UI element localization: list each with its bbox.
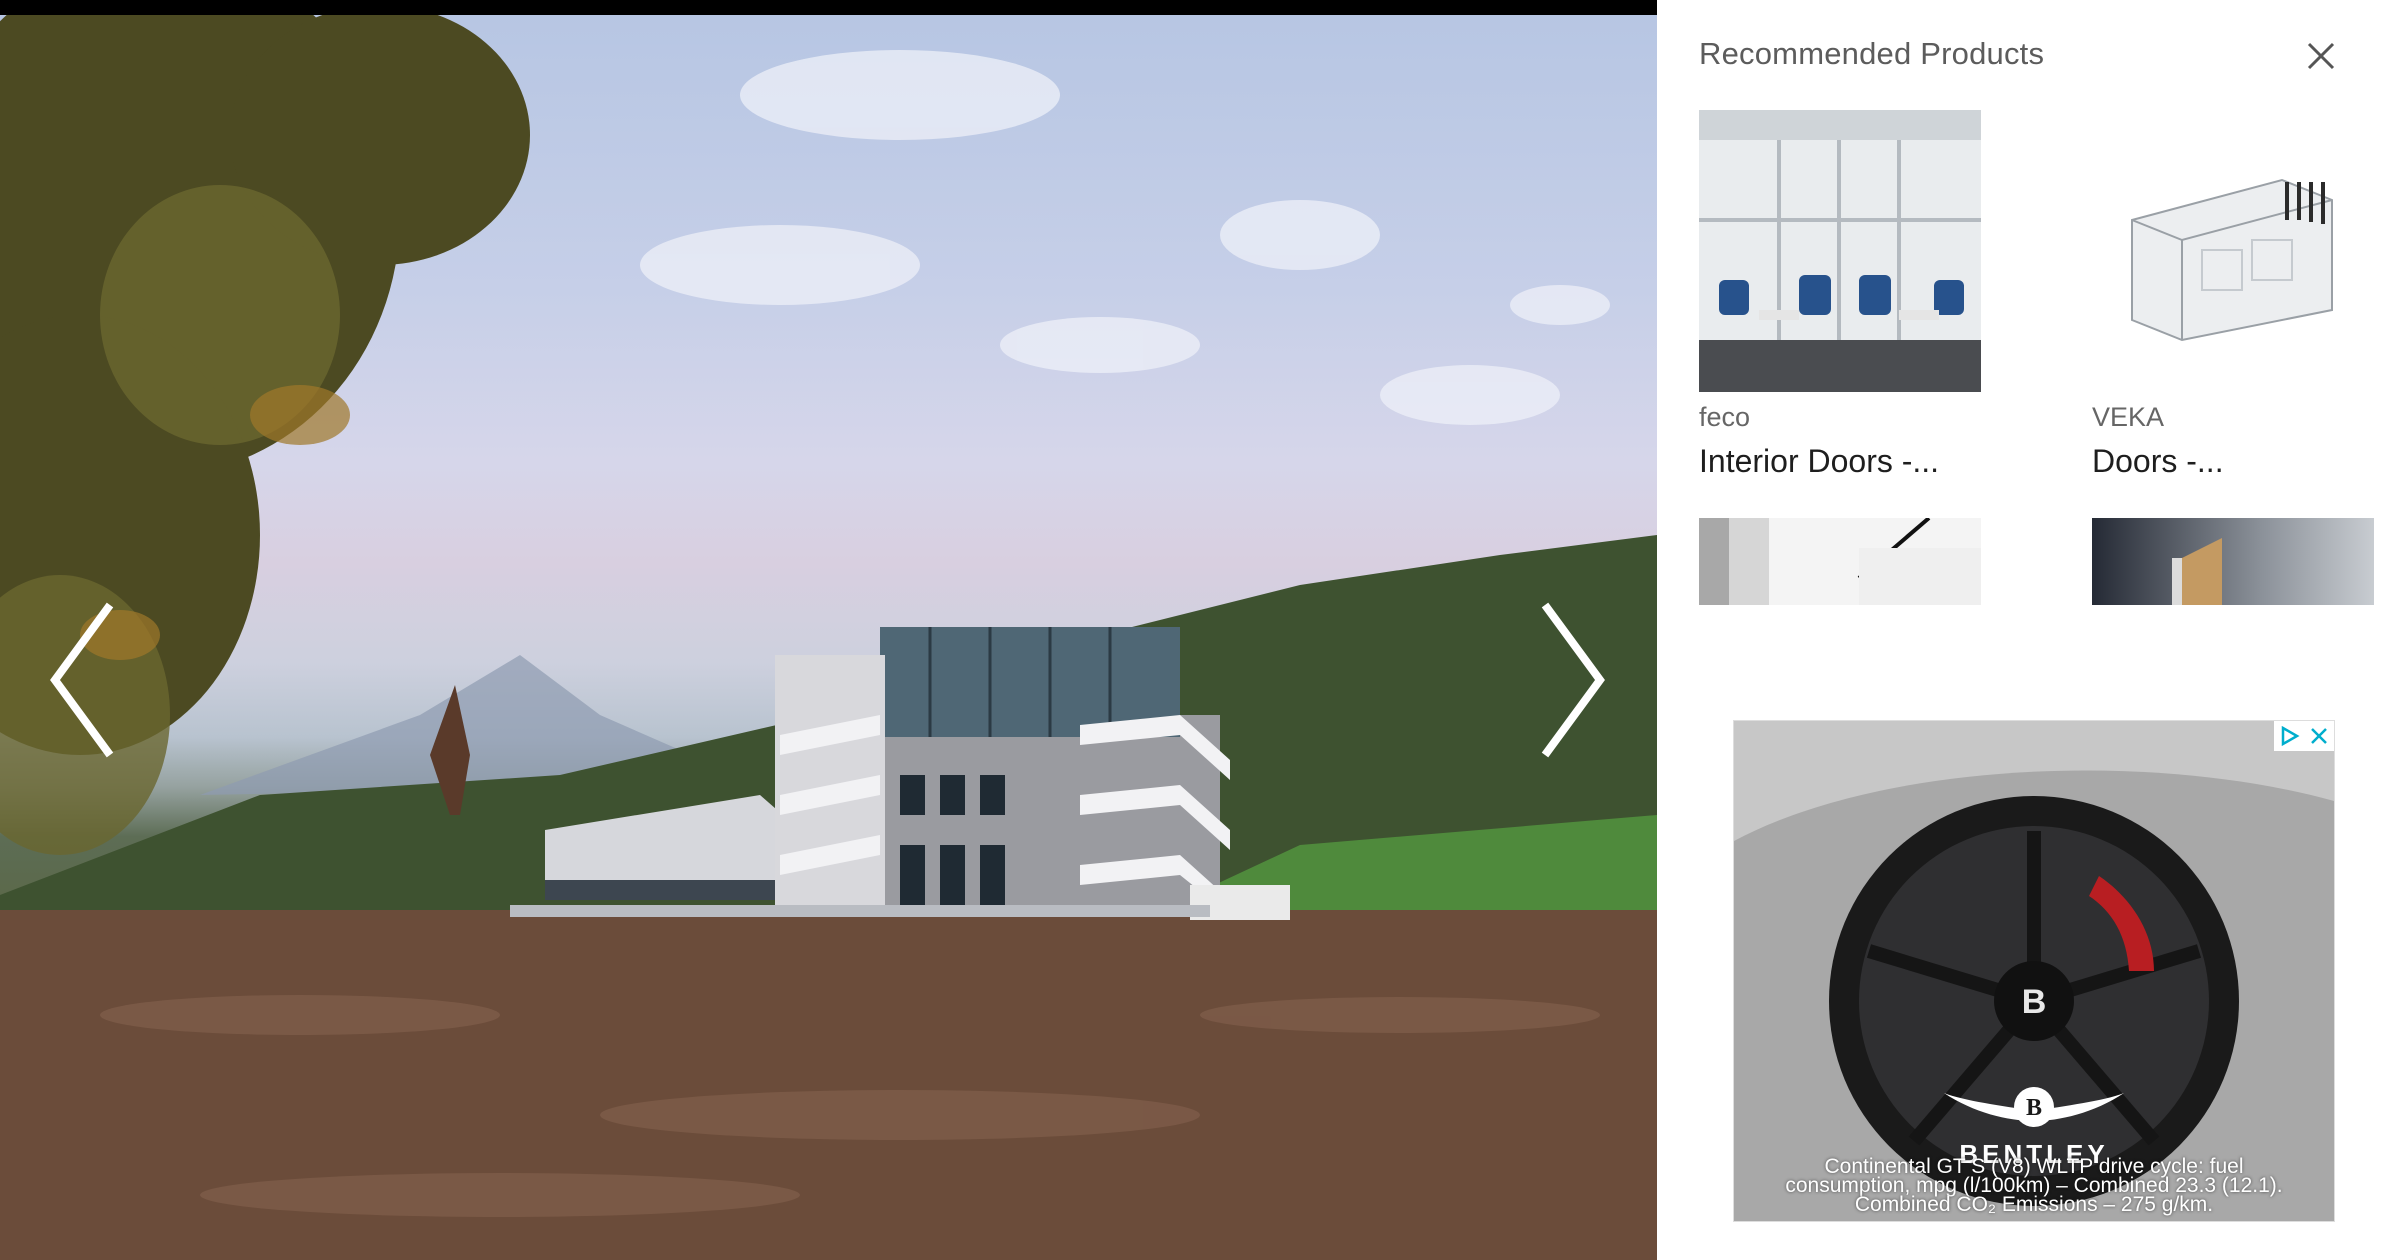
close-panel-button[interactable]: [2303, 38, 2339, 74]
recommended-products-panel: Recommended Products feco Interior Doors…: [1657, 0, 2400, 1260]
ad-disclaimer: Continental GT S (V8) WLTP drive cycle: …: [1734, 1156, 2334, 1216]
advertisement[interactable]: B B BENTLEY Continental GT S (V8) WLTP d…: [1733, 720, 2335, 1222]
product-image[interactable]: [1699, 518, 1981, 605]
product-card[interactable]: feco Interior Doors -...: [1699, 110, 1981, 480]
window-frame-photo: [2092, 518, 2374, 605]
product-image[interactable]: [1699, 110, 1981, 392]
products-list: feco Interior Doors -... VEKA Doors -...: [1699, 110, 2379, 605]
adchoices-button[interactable]: [2274, 721, 2304, 751]
product-card[interactable]: [1699, 518, 1981, 605]
svg-text:B: B: [2022, 983, 2047, 1021]
product-card[interactable]: [2092, 518, 2374, 605]
product-card[interactable]: VEKA Doors -...: [2092, 110, 2374, 480]
hallway-photo: [1699, 518, 1981, 605]
architecture-photo-illustration: [0, 15, 1657, 1260]
gallery-photo[interactable]: [0, 15, 1657, 1260]
product-image[interactable]: [2092, 110, 2374, 392]
product-name[interactable]: Interior Doors -...: [1699, 443, 1981, 480]
previous-image-button[interactable]: [45, 600, 125, 760]
ad-controls: [2274, 721, 2334, 751]
panel-title: Recommended Products: [1699, 36, 2045, 71]
svg-text:B: B: [2026, 1095, 2042, 1121]
product-image[interactable]: [2092, 518, 2374, 605]
interior-office-photo: [1699, 110, 1981, 392]
ad-close-icon: [2311, 728, 2327, 744]
close-icon: [2307, 42, 2335, 70]
chevron-left-icon: [50, 602, 114, 758]
product-brand: feco: [1699, 402, 1751, 432]
ad-close-button[interactable]: [2304, 721, 2334, 751]
image-gallery: [0, 0, 1657, 1260]
adchoices-icon: [2281, 725, 2300, 747]
product-brand: VEKA: [2092, 402, 2165, 432]
window-profile-photo: [2092, 110, 2374, 392]
chevron-right-icon: [1541, 602, 1605, 758]
product-name[interactable]: Doors -...: [2092, 443, 2374, 480]
next-image-button[interactable]: [1530, 600, 1610, 760]
ad-disclaimer-line: Combined CO₂ Emissions – 275 g/km.: [1854, 1193, 2214, 1216]
